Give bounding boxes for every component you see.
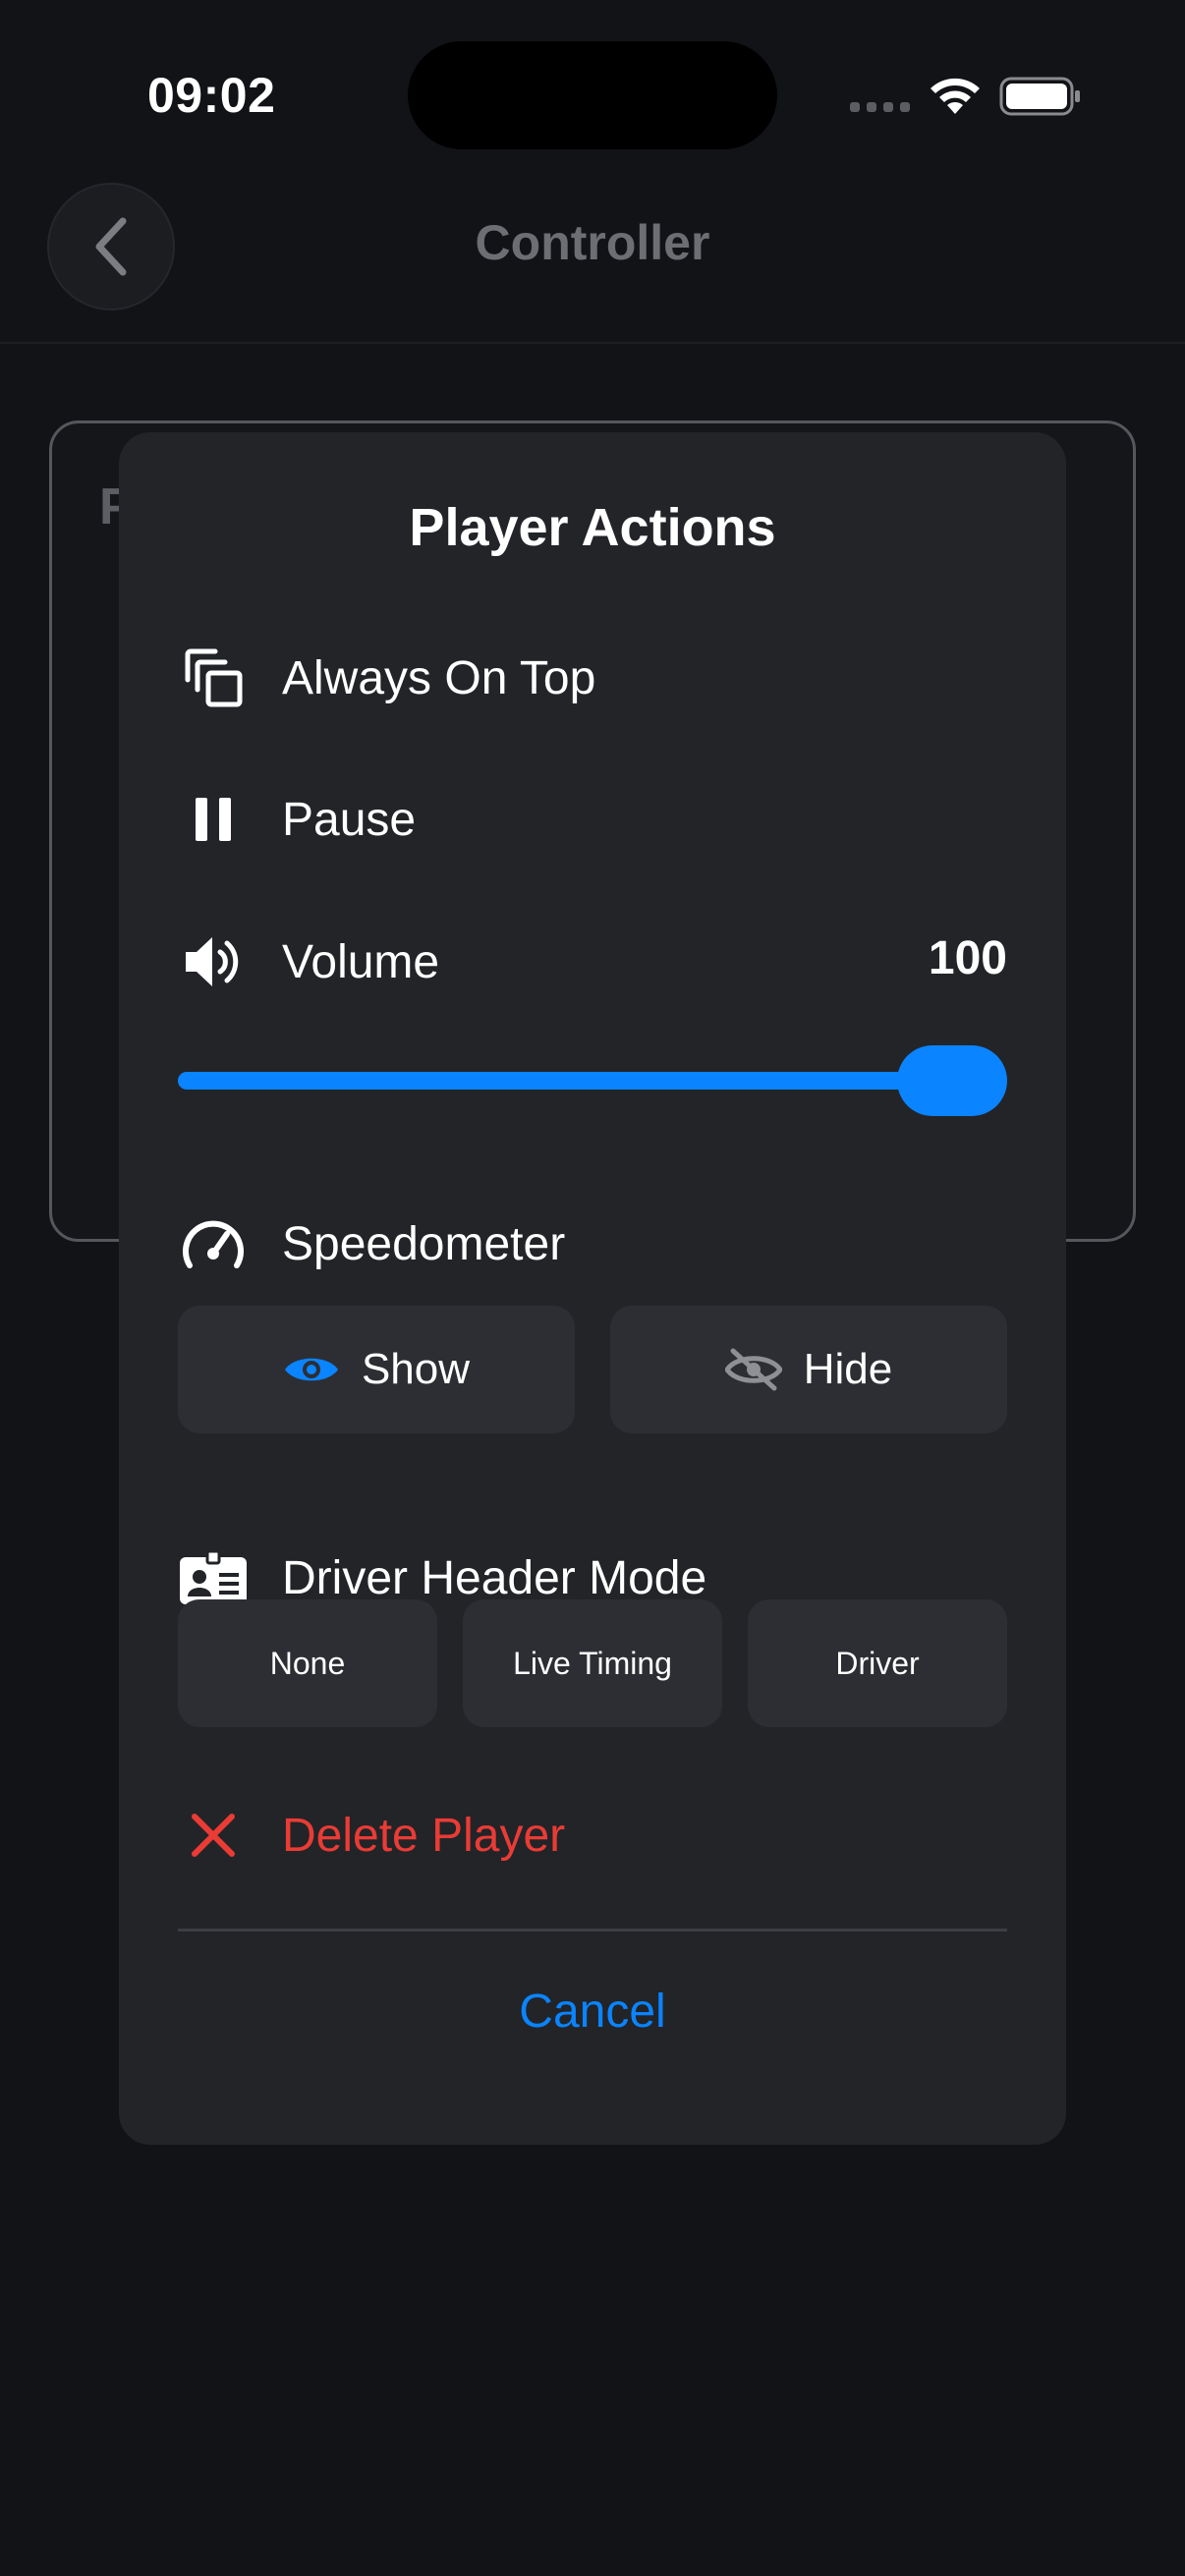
nav-title: Controller: [475, 215, 710, 270]
gauge-icon: [178, 1208, 249, 1279]
dynamic-island: [408, 41, 777, 149]
pause-icon: [178, 784, 249, 855]
pause-label: Pause: [282, 793, 417, 846]
driver-header-option-none[interactable]: None: [178, 1599, 437, 1727]
option-label: Live Timing: [513, 1645, 672, 1681]
delete-player-label: Delete Player: [282, 1809, 566, 1862]
delete-player-action[interactable]: Delete Player: [178, 1800, 565, 1871]
close-x-icon: [178, 1800, 249, 1871]
volume-value: 100: [928, 932, 1007, 984]
wifi-icon: [931, 78, 980, 114]
show-speedometer-button[interactable]: Show: [178, 1306, 575, 1433]
driver-header-option-live-timing[interactable]: Live Timing: [463, 1599, 722, 1727]
player-actions-modal: Player Actions Always On Top Pause Volum…: [119, 432, 1066, 2145]
speedometer-row: Speedometer: [178, 1208, 565, 1279]
battery-icon: [999, 77, 1080, 116]
pause-action[interactable]: Pause: [178, 784, 416, 855]
always-on-top-label: Always On Top: [282, 651, 596, 704]
option-label: None: [269, 1645, 346, 1681]
eye-slash-icon: [724, 1347, 782, 1392]
volume-slider-thumb[interactable]: [897, 1045, 1007, 1116]
cellular-signal-icon: [850, 102, 910, 112]
volume-row: Volume: [178, 926, 439, 997]
volume-label: Volume: [282, 935, 440, 988]
cancel-button[interactable]: Cancel: [119, 1985, 1066, 2039]
copy-stack-icon: [178, 643, 249, 713]
modal-title: Player Actions: [409, 498, 776, 557]
status-time: 09:02: [147, 68, 276, 123]
speedometer-label: Speedometer: [282, 1217, 566, 1270]
volume-slider-track[interactable]: [178, 1072, 952, 1090]
always-on-top-action[interactable]: Always On Top: [178, 643, 595, 713]
option-label: Driver: [835, 1645, 920, 1681]
driver-header-label: Driver Header Mode: [282, 1551, 707, 1604]
show-label: Show: [361, 1345, 471, 1393]
speaker-icon: [178, 926, 249, 997]
nav-divider: [0, 342, 1185, 344]
modal-divider: [178, 1929, 1007, 1932]
driver-header-option-driver[interactable]: Driver: [748, 1599, 1007, 1727]
hide-label: Hide: [803, 1345, 893, 1393]
hide-speedometer-button[interactable]: Hide: [610, 1306, 1007, 1433]
eye-icon: [283, 1351, 340, 1388]
